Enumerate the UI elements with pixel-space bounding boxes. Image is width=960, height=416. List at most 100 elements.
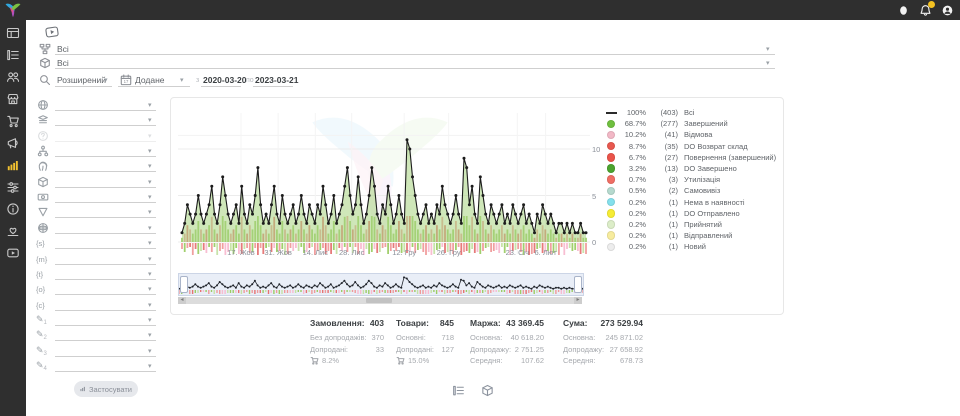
date-from-underline: [201, 86, 241, 87]
legend-item[interactable]: 8.7%(35)DO Возврат склад: [604, 141, 780, 152]
sidebar-item-video-tutorials[interactable]: [6, 246, 20, 260]
braces-icon: {c}: [36, 300, 48, 312]
chevron-down-icon[interactable]: ▾: [766, 60, 770, 67]
x-tick-label: 28. Лис: [339, 248, 364, 257]
category-filter-value[interactable]: Всі: [57, 44, 69, 54]
app-logo-icon[interactable]: [3, 2, 23, 18]
chevron-down-icon: ▾: [148, 209, 152, 216]
navigator-right-handle[interactable]: [574, 276, 582, 293]
scroll-left-arrow-icon[interactable]: ◂: [178, 297, 186, 304]
legend-item[interactable]: 0.5%(2)Самовивіз: [604, 185, 780, 196]
legend-label: Завершений: [684, 119, 728, 128]
search-mode-value[interactable]: Розширений: [57, 75, 106, 85]
search-icon[interactable]: [39, 74, 51, 86]
legend-count: (1): [650, 242, 678, 251]
help-icon: [37, 130, 49, 142]
stat-column: Товари:845Основні:718Допродані:12715.0%: [396, 318, 454, 365]
legend-item[interactable]: 0.2% (1) Новий: [604, 241, 780, 252]
legend-item[interactable]: 100%(403)Всі: [604, 107, 780, 118]
analytics-dashboard: Всі ▾ Всі ▾ Розширений ▾ 17 Додане ▾ з 2…: [0, 0, 960, 416]
sidebar-item-marketing-megaphone[interactable]: [6, 136, 20, 150]
legend-item[interactable]: 10.2%(41)Відмова: [604, 129, 780, 140]
date-to-underline: [253, 86, 293, 87]
navigator-left-handle[interactable]: [180, 276, 188, 293]
date-from-label: з: [196, 77, 199, 84]
legend-label: Відправлений: [684, 231, 732, 240]
package-view-icon[interactable]: [481, 384, 494, 397]
stat-column: Маржа:43 369.45Основна:40 618.20Допродаж…: [470, 318, 544, 365]
sidebar-item-info[interactable]: [6, 202, 20, 216]
legend-marker-icon: [604, 120, 618, 129]
user-status-icon[interactable]: [897, 4, 910, 17]
sidebar-item-orders-list[interactable]: [6, 48, 20, 62]
legend-marker-icon: [604, 187, 618, 196]
funnel-icon: [37, 206, 49, 218]
legend-label: Новий: [684, 242, 706, 251]
sidebar-item-shopping-cart[interactable]: [6, 114, 20, 128]
tutorial-video-icon[interactable]: [43, 24, 61, 40]
avatar-icon[interactable]: [941, 4, 954, 17]
legend-marker-icon: [604, 164, 618, 173]
date-to-label: по: [246, 77, 254, 84]
apply-button-label: Застосувати: [89, 385, 132, 394]
product-filter-value[interactable]: Всі: [57, 58, 69, 68]
stat-sub-label: Основна:: [563, 333, 595, 342]
date-field-value[interactable]: Додане: [135, 75, 165, 85]
chevron-down-icon: ▾: [148, 225, 152, 232]
legend-percent: 100%: [618, 108, 646, 117]
cart-icon: [310, 356, 319, 365]
braces-icon: {o}: [36, 284, 48, 296]
fingerprint-icon: [37, 160, 49, 172]
legend-item[interactable]: 68.7%(277)Завершений: [604, 118, 780, 129]
date-to-input[interactable]: 2023-03-21: [255, 75, 298, 85]
date-field-selector[interactable]: [118, 86, 190, 87]
orders-status-chart[interactable]: [178, 103, 590, 255]
stat-sub-value: 27 658.92: [610, 345, 643, 354]
stat-sub-value: 15.0%: [408, 356, 429, 365]
chevron-down-icon[interactable]: ▾: [180, 77, 184, 84]
sidebar-item-customers[interactable]: [6, 70, 20, 84]
notifications-bell-icon[interactable]: [919, 4, 932, 17]
legend-item[interactable]: 6.7%(27)Повернення (завершений): [604, 152, 780, 163]
pencil-3-icon: ✎3: [36, 344, 48, 356]
chevron-down-icon: ▾: [148, 348, 152, 355]
apply-button[interactable]: Застосувати: [74, 381, 138, 397]
legend-item[interactable]: 0.2%(1)Нема в наявності: [604, 197, 780, 208]
sidebar-item-settings-sliders[interactable]: [6, 180, 20, 194]
legend-item[interactable]: 0.2%(1)Відправлений: [604, 230, 780, 241]
chevron-down-icon[interactable]: ▾: [766, 46, 770, 53]
legend-percent: 0.2%: [618, 231, 646, 240]
legend-item[interactable]: 0.7%(3)Утилізація: [604, 174, 780, 185]
sidebar-item-dashboard[interactable]: [6, 26, 20, 40]
chart-scrollbar[interactable]: ◂ ▸: [178, 297, 582, 304]
pencil-1-icon: ✎1: [36, 313, 48, 325]
category-filter-field[interactable]: [55, 54, 775, 55]
legend-label: Утилізація: [684, 175, 720, 184]
chevron-down-icon: ▾: [148, 332, 152, 339]
x-tick-label: 12. Гру: [392, 248, 416, 257]
sidebar-item-analytics-chart[interactable]: [6, 158, 20, 172]
chevron-down-icon[interactable]: ▾: [104, 77, 108, 84]
filter-underline: [55, 356, 156, 357]
legend-count: (277): [650, 119, 678, 128]
chevron-down-icon: ▾: [148, 117, 152, 124]
search-mode-field[interactable]: [55, 86, 112, 87]
legend-item[interactable]: 0.2%(1)Прийнятий: [604, 219, 780, 230]
list-view-icon[interactable]: [452, 384, 465, 397]
legend-item[interactable]: 3.2%(13)DO Завершено: [604, 163, 780, 174]
stat-sub-label: Допродажу:: [470, 345, 511, 354]
cart-icon: [396, 356, 405, 365]
scrollbar-grip[interactable]: [366, 298, 392, 303]
hierarchy-icon: [37, 145, 49, 157]
sidebar-item-support-care[interactable]: [6, 224, 20, 238]
pencil-4-icon: ✎4: [36, 359, 48, 371]
legend-percent: 0.2%: [618, 242, 646, 251]
stat-sub-label: Без допродажів:: [310, 333, 367, 342]
calendar-icon[interactable]: 17: [120, 74, 132, 86]
sidebar-item-store[interactable]: [6, 92, 20, 106]
legend-item[interactable]: 0.2%(1)DO Отправлено: [604, 208, 780, 219]
chart-navigator[interactable]: [178, 273, 584, 296]
scroll-right-arrow-icon[interactable]: ▸: [574, 297, 582, 304]
product-filter-field[interactable]: [55, 68, 775, 69]
date-from-input[interactable]: 2020-03-20: [203, 75, 246, 85]
